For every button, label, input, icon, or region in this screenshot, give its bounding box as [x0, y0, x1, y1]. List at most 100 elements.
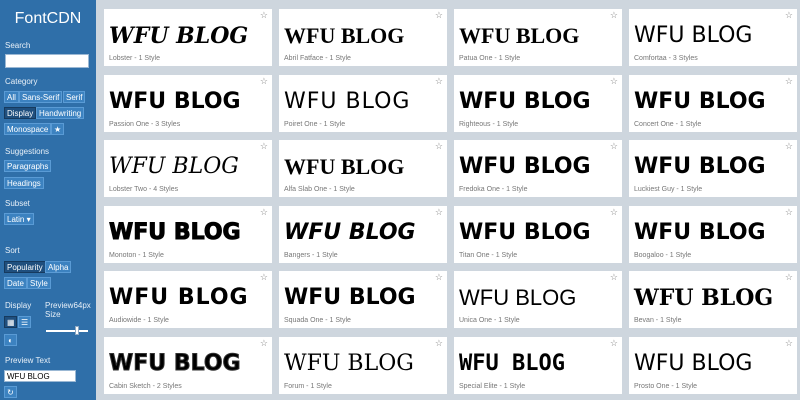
font-caption: Unica One - 1 Style — [459, 317, 520, 324]
font-caption: Fredoka One - 1 Style — [459, 186, 528, 193]
font-sample-text: WFU BLOG — [634, 285, 774, 311]
sort-button-style[interactable]: Style — [27, 277, 51, 289]
preview-text-label: Preview Text — [5, 356, 51, 365]
font-card[interactable]: WFU BLOG Righteous - 1 Style ☆ — [454, 75, 622, 132]
font-sample-text: WFU BLOG — [109, 351, 242, 377]
favorite-star-icon[interactable]: ☆ — [435, 76, 443, 87]
font-sample-text: WFU BLOG — [459, 89, 591, 114]
category-button-all[interactable]: All — [4, 91, 19, 103]
favorite-star-icon[interactable]: ☆ — [785, 141, 793, 152]
font-card[interactable]: WFU BLOG Concert One - 1 Style ☆ — [629, 75, 797, 132]
favorite-star-icon[interactable]: ☆ — [785, 10, 793, 21]
font-card[interactable]: WFU BLOG Squada One - 1 Style ☆ — [279, 271, 447, 328]
font-caption: Cabin Sketch - 2 Styles — [109, 383, 182, 390]
favorite-star-icon[interactable]: ☆ — [610, 76, 618, 87]
favorite-star-icon[interactable]: ☆ — [435, 10, 443, 21]
search-input[interactable] — [5, 54, 89, 68]
category-button-serif[interactable]: Serif — [63, 91, 86, 103]
sort-button-alpha[interactable]: Alpha — [45, 261, 72, 273]
favorite-star-icon[interactable]: ☆ — [260, 76, 268, 87]
font-sample-text: WFU BLOG — [459, 220, 591, 245]
font-card[interactable]: WFU BLOG Unica One - 1 Style ☆ — [454, 271, 622, 328]
font-card[interactable]: WFU BLOG Patua One - 1 Style ☆ — [454, 9, 622, 66]
font-card[interactable]: WFU BLOG Monoton - 1 Style ☆ — [104, 206, 272, 263]
font-card[interactable]: WFU BLOG Passion One - 3 Styles ☆ — [104, 75, 272, 132]
font-card[interactable]: WFU BLOG Titan One - 1 Style ☆ — [454, 206, 622, 263]
font-card[interactable]: WFU BLOG Bangers - 1 Style ☆ — [279, 206, 447, 263]
favorite-star-icon[interactable]: ☆ — [785, 207, 793, 218]
refresh-icon[interactable]: ↻ — [4, 386, 17, 398]
font-card[interactable]: WFU BLOG Comfortaa - 3 Styles ☆ — [629, 9, 797, 66]
font-caption: Squada One - 1 Style — [284, 317, 351, 324]
font-sample-text: WFU BLOG — [109, 23, 249, 49]
font-sample-text: WFU BLOG — [284, 351, 414, 376]
favorite-star-icon[interactable]: ☆ — [785, 272, 793, 283]
font-card[interactable]: WFU BLOG Prosto One - 1 Style ☆ — [629, 337, 797, 394]
font-card[interactable]: WFU BLOG Poiret One - 1 Style ☆ — [279, 75, 447, 132]
favorite-star-icon[interactable]: ☆ — [610, 10, 618, 21]
font-caption: Monoton - 1 Style — [109, 252, 164, 259]
font-caption: Concert One - 1 Style — [634, 121, 702, 128]
favorite-star-icon[interactable]: ☆ — [260, 338, 268, 349]
font-caption: Boogaloo - 1 Style — [634, 252, 692, 259]
font-card[interactable]: WFU BLOG Forum - 1 Style ☆ — [279, 337, 447, 394]
font-card[interactable]: WFU BLOG Boogaloo - 1 Style ☆ — [629, 206, 797, 263]
font-sample-text: WFU BLOG — [284, 89, 411, 114]
search-label: Search — [5, 41, 31, 50]
font-caption: Forum - 1 Style — [284, 383, 332, 390]
favorite-star-icon[interactable]: ☆ — [785, 338, 793, 349]
font-card[interactable]: WFU BLOG Abril Fatface - 1 Style ☆ — [279, 9, 447, 66]
font-card[interactable]: WFU BLOG Cabin Sketch - 2 Styles ☆ — [104, 337, 272, 394]
favorite-star-icon[interactable]: ☆ — [785, 76, 793, 87]
favorite-star-icon[interactable]: ☆ — [610, 141, 618, 152]
category-button-monospace[interactable]: Monospace — [4, 123, 52, 135]
grid-view-icon[interactable]: ▦ — [4, 316, 17, 328]
font-caption: Titan One - 1 Style — [459, 252, 518, 259]
category-button-sans-serif[interactable]: Sans-Serif — [19, 91, 63, 103]
preview-text-input[interactable]: WFU BLOG — [4, 370, 76, 382]
font-card[interactable]: WFU BLOG Lobster - 1 Style ☆ — [104, 9, 272, 66]
favorite-star-icon[interactable]: ☆ — [435, 338, 443, 349]
font-sample-text: WFU BLOG — [459, 154, 591, 179]
font-card[interactable]: WFU BLOG Bevan - 1 Style ☆ — [629, 271, 797, 328]
font-card[interactable]: WFU BLOG Lobster Two - 4 Styles ☆ — [104, 140, 272, 197]
font-sample-text: WFU BLOG — [109, 220, 242, 246]
font-caption: Patua One - 1 Style — [459, 55, 521, 62]
favorite-star-icon[interactable]: ☆ — [260, 207, 268, 218]
font-caption: Poiret One - 1 Style — [284, 121, 346, 128]
favorite-star-icon[interactable]: ☆ — [610, 338, 618, 349]
suggestion-button-headings[interactable]: Headings — [4, 177, 44, 189]
favorite-star-icon[interactable]: ☆ — [260, 10, 268, 21]
favorite-star-icon[interactable]: ☆ — [435, 207, 443, 218]
sort-button-popularity[interactable]: Popularity — [4, 261, 46, 273]
font-caption: Audiowide - 1 Style — [109, 317, 169, 324]
category-button-display[interactable]: Display — [4, 107, 37, 119]
font-card[interactable]: WFU BLOG Fredoka One - 1 Style ☆ — [454, 140, 622, 197]
font-card[interactable]: WFU BLOG Luckiest Guy - 1 Style ☆ — [629, 140, 797, 197]
sort-button-date[interactable]: Date — [4, 277, 27, 289]
suggestion-button-paragraphs[interactable]: Paragraphs — [4, 160, 52, 172]
favorite-star-icon[interactable]: ☆ — [435, 272, 443, 283]
favorite-star-icon[interactable]: ☆ — [610, 272, 618, 283]
list-view-icon[interactable]: ☰ — [18, 316, 31, 328]
font-sample-text: WFU BLOG — [459, 23, 580, 48]
favorite-star-icon[interactable]: ☆ — [260, 141, 268, 152]
contrast-icon[interactable]: ◐ — [4, 334, 17, 346]
preview-size-slider-handle[interactable] — [75, 326, 79, 335]
font-card[interactable]: WFU BLOG Alfa Slab One - 1 Style ☆ — [279, 140, 447, 197]
favorite-star-icon[interactable]: ☆ — [610, 207, 618, 218]
chevron-down-icon: ▾ — [26, 215, 31, 224]
font-card[interactable]: WFU BLOG Special Elite - 1 Style ☆ — [454, 337, 622, 394]
subset-label: Subset — [5, 199, 30, 208]
category-button-handwriting[interactable]: Handwriting — [36, 107, 85, 119]
favorite-star-icon[interactable]: ☆ — [435, 141, 443, 152]
suggestions-label: Suggestions — [5, 147, 50, 156]
font-caption: Abril Fatface - 1 Style — [284, 55, 351, 62]
font-caption: Luckiest Guy - 1 Style — [634, 186, 703, 193]
font-card[interactable]: WFU BLOG Audiowide - 1 Style ☆ — [104, 271, 272, 328]
font-sample-text: WFU BLOG — [284, 220, 416, 245]
favorite-star-icon[interactable]: ☆ — [260, 272, 268, 283]
sort-label: Sort — [5, 246, 20, 255]
favorites-star-icon[interactable]: ★ — [51, 123, 64, 135]
subset-dropdown[interactable]: Latin ▾ — [4, 213, 34, 225]
